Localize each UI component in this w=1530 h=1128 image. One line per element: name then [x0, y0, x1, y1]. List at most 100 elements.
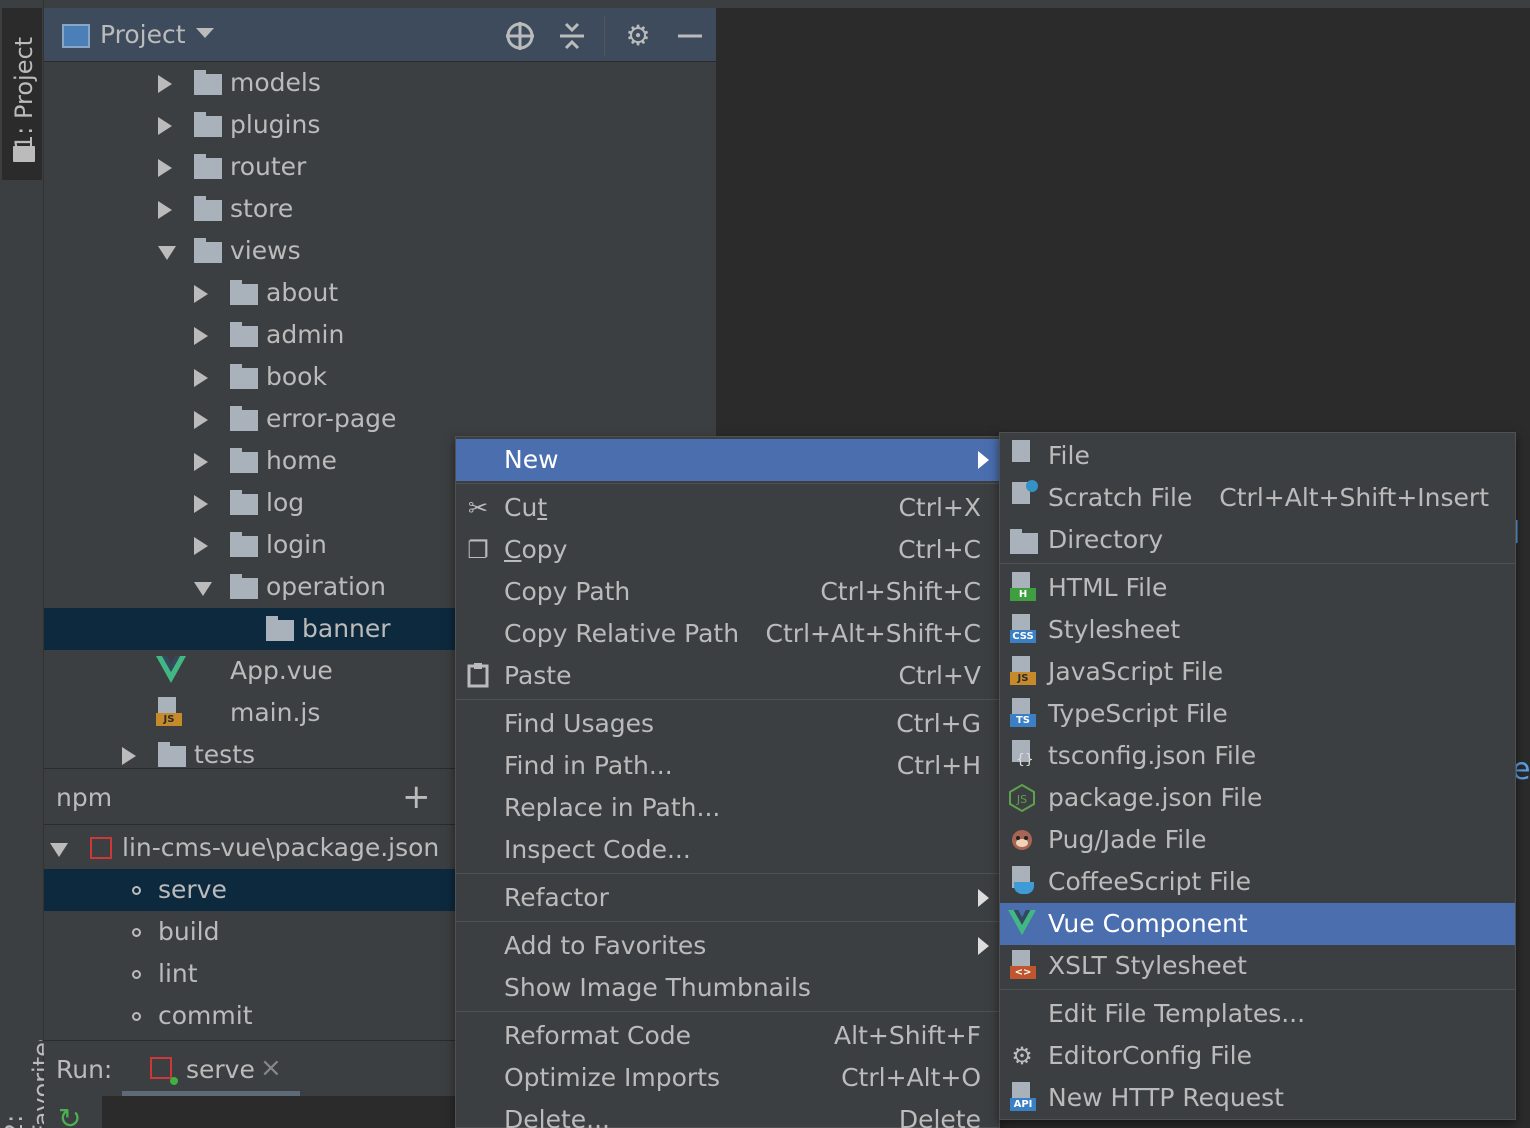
- chevron-down-icon[interactable]: [194, 582, 212, 596]
- menu-item-copy-relative-path[interactable]: Copy Relative Path Ctrl+Alt+Shift+C: [456, 613, 999, 655]
- tree-item-label: operation: [266, 572, 387, 601]
- submenu-item-html-file[interactable]: H HTML File: [1000, 567, 1515, 609]
- collapse-all-icon[interactable]: [556, 20, 588, 52]
- submenu-item-label: JavaScript File: [1048, 657, 1224, 686]
- tree-item[interactable]: admin: [44, 314, 716, 356]
- left-tool-strip: 1: Project 2: Favorites: [0, 0, 44, 1128]
- menu-item-optimize-imports[interactable]: Optimize Imports Ctrl+Alt+O: [456, 1057, 999, 1099]
- submenu-item-scratch-file[interactable]: Scratch File Ctrl+Alt+Shift+Insert: [1000, 477, 1515, 519]
- menu-item-inspect-code[interactable]: Inspect Code...: [456, 829, 999, 871]
- tree-item[interactable]: views: [44, 230, 716, 272]
- chevron-right-icon[interactable]: [158, 117, 172, 135]
- chevron-right-icon[interactable]: [158, 75, 172, 93]
- project-tool-tab[interactable]: 1: Project: [2, 8, 42, 180]
- menu-item-shortcut: Ctrl+C: [898, 535, 981, 564]
- submenu-item-new-http-request[interactable]: API New HTTP Request: [1000, 1077, 1515, 1119]
- run-tab-serve[interactable]: serve: [186, 1055, 255, 1084]
- expand-arrow-icon[interactable]: [50, 843, 68, 857]
- gear-icon[interactable]: ⚙: [622, 20, 654, 52]
- folder-icon: [194, 70, 222, 95]
- tree-item[interactable]: store: [44, 188, 716, 230]
- npm-script-label: serve: [158, 875, 227, 904]
- tree-item[interactable]: error-page: [44, 398, 716, 440]
- rerun-icon[interactable]: ↻: [58, 1102, 81, 1128]
- menu-item-paste[interactable]: Paste Ctrl+V: [456, 655, 999, 697]
- menu-item-shortcut: Alt+Shift+F: [834, 1021, 981, 1050]
- bullet-icon: [132, 886, 141, 895]
- tree-item-label: banner: [302, 614, 391, 643]
- submenu-item-directory[interactable]: Directory: [1000, 519, 1515, 561]
- folder-icon: [230, 322, 258, 347]
- menu-item-new[interactable]: New: [456, 439, 999, 481]
- tree-item[interactable]: book: [44, 356, 716, 398]
- bullet-icon: [132, 970, 141, 979]
- submenu-item-pug-jade-file[interactable]: Pug/Jade File: [1000, 819, 1515, 861]
- chevron-right-icon[interactable]: [122, 747, 136, 765]
- menu-item-copy-path[interactable]: Copy Path Ctrl+Shift+C: [456, 571, 999, 613]
- project-panel-title[interactable]: Project: [100, 20, 186, 49]
- submenu-item-edit-file-templates[interactable]: Edit File Templates...: [1000, 993, 1515, 1035]
- submenu-item-stylesheet[interactable]: CSS Stylesheet: [1000, 609, 1515, 651]
- tree-item[interactable]: about: [44, 272, 716, 314]
- submenu-item-xslt-stylesheet[interactable]: <> XSLT Stylesheet: [1000, 945, 1515, 987]
- chevron-right-icon[interactable]: [194, 537, 208, 555]
- menu-item-label: New: [504, 445, 559, 474]
- menu-item-add-to-favorites[interactable]: Add to Favorites: [456, 925, 999, 967]
- tree-item[interactable]: models: [44, 62, 716, 104]
- chevron-down-icon[interactable]: [196, 28, 214, 38]
- menu-item-label: Find in Path...: [504, 751, 673, 780]
- close-icon[interactable]: ×: [260, 1053, 282, 1083]
- folder-icon: [230, 490, 258, 515]
- menu-item-refactor[interactable]: Refactor: [456, 877, 999, 919]
- running-indicator: [170, 1077, 178, 1085]
- submenu-item-editorconfig-file[interactable]: ⚙ EditorConfig File: [1000, 1035, 1515, 1077]
- submenu-item-label: File: [1048, 441, 1090, 470]
- menu-item-label: Reformat Code: [504, 1021, 691, 1050]
- tree-item[interactable]: router: [44, 146, 716, 188]
- menu-separator: [456, 699, 999, 700]
- folder-icon: [1010, 529, 1038, 554]
- menu-item-delete[interactable]: Delete... Delete: [456, 1099, 999, 1128]
- submenu-item-label: Stylesheet: [1048, 615, 1181, 644]
- menu-item-find-usages[interactable]: Find Usages Ctrl+G: [456, 703, 999, 745]
- menu-item-cut[interactable]: ✂ Cut Ctrl+X: [456, 487, 999, 529]
- menu-separator: [456, 1011, 999, 1012]
- chevron-right-icon[interactable]: [158, 159, 172, 177]
- tree-item-label: admin: [266, 320, 345, 349]
- submenu-item-label: XSLT Stylesheet: [1048, 951, 1247, 980]
- submenu-item-file[interactable]: File: [1000, 435, 1515, 477]
- chevron-down-icon[interactable]: [158, 246, 176, 260]
- submenu-item-javascript-file[interactable]: JS JavaScript File: [1000, 651, 1515, 693]
- menu-item-show-image-thumbnails[interactable]: Show Image Thumbnails: [456, 967, 999, 1009]
- submenu-item-package-json-file[interactable]: JS package.json File: [1000, 777, 1515, 819]
- submenu-item-tsconfig-file[interactable]: {} tsconfig.json File: [1000, 735, 1515, 777]
- chevron-right-icon[interactable]: [194, 495, 208, 513]
- menu-item-reformat-code[interactable]: Reformat Code Alt+Shift+F: [456, 1015, 999, 1057]
- chevron-right-icon[interactable]: [194, 327, 208, 345]
- add-icon[interactable]: +: [402, 777, 431, 817]
- menu-item-find-in-path[interactable]: Find in Path... Ctrl+H: [456, 745, 999, 787]
- chevron-right-icon[interactable]: [194, 453, 208, 471]
- locate-icon[interactable]: [504, 20, 536, 52]
- chevron-right-icon[interactable]: [158, 201, 172, 219]
- chevron-right-icon[interactable]: [194, 369, 208, 387]
- submenu-item-label: HTML File: [1048, 573, 1168, 602]
- tree-item-label: login: [266, 530, 327, 559]
- chevron-right-icon[interactable]: [194, 285, 208, 303]
- menu-item-label: Copy Relative Path: [504, 619, 740, 648]
- chevron-right-icon[interactable]: [194, 411, 208, 429]
- minimize-icon[interactable]: [674, 20, 706, 52]
- submenu-item-coffeescript-file[interactable]: CoffeeScript File: [1000, 861, 1515, 903]
- tree-item[interactable]: plugins: [44, 104, 716, 146]
- tree-item-label: about: [266, 278, 339, 307]
- submenu-item-typescript-file[interactable]: TS TypeScript File: [1000, 693, 1515, 735]
- tree-item-label: router: [230, 152, 307, 181]
- menu-item-label: Show Image Thumbnails: [504, 973, 811, 1002]
- favorites-tool-tab[interactable]: 2: Favorites: [0, 1040, 44, 1128]
- tree-item-label: book: [266, 362, 327, 391]
- folder-icon: [194, 112, 222, 137]
- menu-item-replace-in-path[interactable]: Replace in Path...: [456, 787, 999, 829]
- submenu-item-vue-component[interactable]: Vue Component: [1000, 903, 1515, 945]
- submenu-item-label: Scratch File: [1048, 483, 1193, 512]
- menu-item-copy[interactable]: ❐ Copy Ctrl+C: [456, 529, 999, 571]
